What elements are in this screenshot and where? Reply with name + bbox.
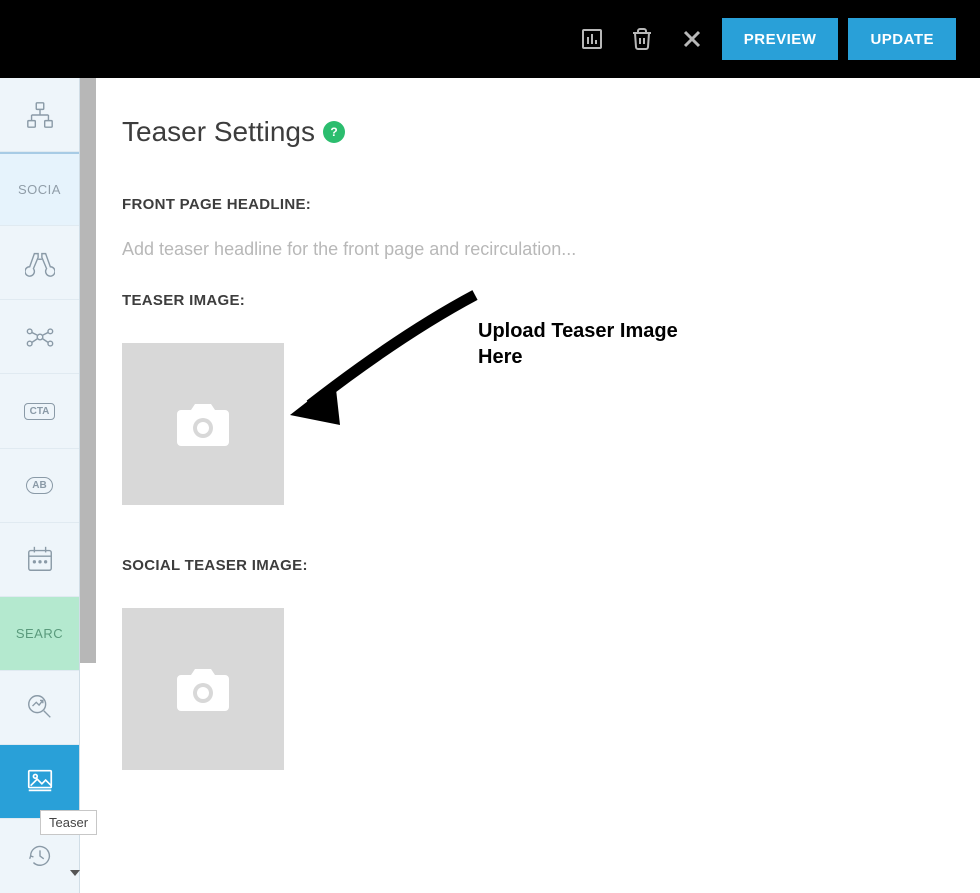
sidebar-item-seo[interactable] xyxy=(0,671,79,745)
sidebar-item-ab[interactable]: AB xyxy=(0,449,79,523)
teaser-tooltip: Teaser xyxy=(40,810,97,835)
camera-icon xyxy=(173,398,233,450)
scrollbar[interactable] xyxy=(80,78,96,663)
sidebar-item-cta[interactable]: CTA xyxy=(0,374,79,448)
sidebar-item-social[interactable]: SOCIA xyxy=(0,152,79,226)
close-icon[interactable] xyxy=(672,19,712,59)
update-button[interactable]: UPDATE xyxy=(848,18,956,60)
preview-button[interactable]: PREVIEW xyxy=(722,18,839,60)
headline-label: FRONT PAGE HEADLINE: xyxy=(122,196,954,213)
main-panel: Teaser Settings ? FRONT PAGE HEADLINE: T… xyxy=(96,78,980,893)
chevron-down-icon[interactable] xyxy=(70,870,80,876)
teaser-image-upload[interactable] xyxy=(122,343,284,505)
top-toolbar: PREVIEW UPDATE xyxy=(0,0,980,78)
sidebar-item-network[interactable] xyxy=(0,300,79,374)
sidebar-label-search: SEARC xyxy=(16,626,63,641)
sidebar-item-calendar[interactable] xyxy=(0,523,79,597)
sidebar-item-search[interactable]: SEARC xyxy=(0,597,79,671)
social-teaser-label: SOCIAL TEASER IMAGE: xyxy=(122,557,954,574)
social-teaser-upload[interactable] xyxy=(122,608,284,770)
camera-icon xyxy=(173,663,233,715)
scrollbar-thumb[interactable] xyxy=(80,78,96,663)
sidebar-item-teaser[interactable] xyxy=(0,745,79,819)
cta-badge: CTA xyxy=(24,403,56,420)
page-title: Teaser Settings ? xyxy=(122,116,954,148)
headline-input[interactable] xyxy=(122,239,954,260)
help-icon[interactable]: ? xyxy=(323,121,345,143)
sidebar: SOCIA CTA AB xyxy=(0,78,80,893)
trash-icon[interactable] xyxy=(622,19,662,59)
sidebar-item-sitemap[interactable] xyxy=(0,78,79,152)
sidebar-label-social: SOCIA xyxy=(18,182,61,197)
teaser-image-label: TEASER IMAGE: xyxy=(122,292,954,309)
ab-badge: AB xyxy=(26,477,52,494)
page-title-text: Teaser Settings xyxy=(122,116,315,148)
stats-icon[interactable] xyxy=(572,19,612,59)
sidebar-item-binoculars[interactable] xyxy=(0,226,79,300)
